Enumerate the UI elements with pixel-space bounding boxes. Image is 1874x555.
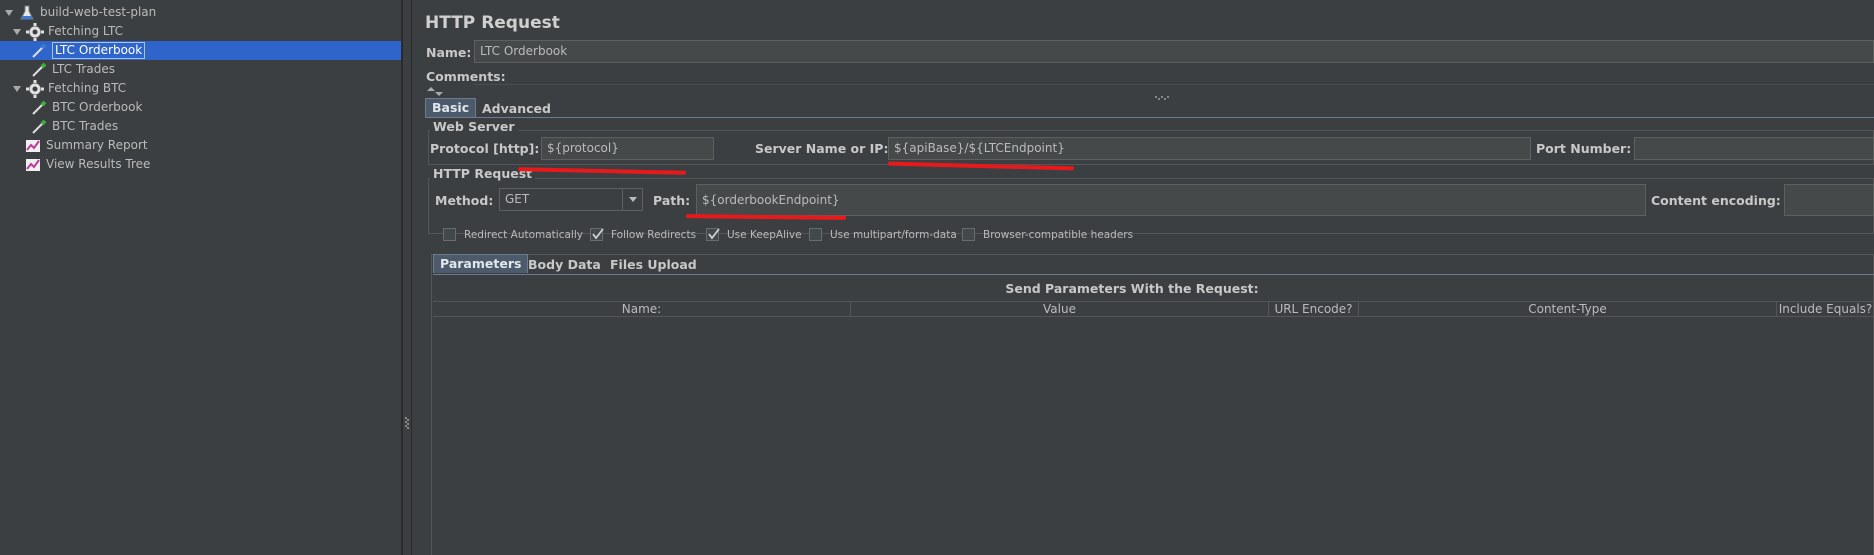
resize-grip-icon[interactable]: [1155, 89, 1171, 103]
tree-item-fetching-btc[interactable]: Fetching BTC: [12, 79, 126, 98]
tree-item-label: Fetching BTC: [48, 81, 127, 95]
checkbox-label: Use KeepAlive: [727, 228, 802, 241]
annotation-underline-protocol: [517, 167, 687, 175]
checkbox-box[interactable]: [962, 228, 975, 241]
column-header-url-encode[interactable]: URL Encode?: [1269, 302, 1359, 317]
tree-item-label: View Results Tree: [46, 157, 151, 171]
tree-item-test-plan[interactable]: build-web-test-plan: [4, 3, 156, 22]
checkbox-box[interactable]: [443, 228, 456, 241]
checkbox-label: Use multipart/form-data: [830, 228, 957, 241]
use-multipart-checkbox[interactable]: Use multipart/form-data: [809, 228, 957, 241]
column-header-include-equals[interactable]: Include Equals?: [1777, 302, 1874, 317]
tree-item-btc-trades[interactable]: BTC Trades: [30, 117, 118, 136]
port-number-label: Port Number:: [1536, 141, 1632, 156]
tree-item-fetching-ltc[interactable]: Fetching LTC: [12, 22, 123, 41]
method-value: GET: [505, 192, 530, 206]
tab-basic[interactable]: Basic: [425, 98, 477, 117]
flask-icon: [18, 4, 36, 22]
tree-item-label: build-web-test-plan: [40, 5, 157, 19]
splitter-grip-icon[interactable]: [404, 416, 410, 430]
checkbox-label: Redirect Automatically: [464, 228, 583, 241]
tree-item-btc-orderbook[interactable]: BTC Orderbook: [30, 98, 142, 117]
pipette-icon: [30, 99, 48, 117]
tree-item-label: Summary Report: [46, 138, 148, 152]
pane-splitter[interactable]: [403, 0, 412, 555]
name-field[interactable]: LTC Orderbook: [474, 40, 1874, 63]
tree-item-label: BTC Orderbook: [52, 100, 143, 114]
browser-compatible-headers-checkbox[interactable]: Browser-compatible headers: [962, 228, 1133, 241]
protocol-label: Protocol [http]:: [430, 141, 540, 156]
subtabs-underline: [433, 274, 1874, 275]
column-header-name[interactable]: Name:: [433, 302, 851, 317]
chevron-down-icon: [629, 197, 637, 202]
path-field[interactable]: ${orderbookEndpoint}: [696, 184, 1646, 216]
params-title: Send Parameters With the Request:: [1005, 281, 1259, 296]
checkbox-label: Follow Redirects: [611, 228, 697, 241]
server-name-label: Server Name or IP:: [755, 141, 889, 156]
web-server-title: Web Server: [430, 119, 518, 134]
tree-item-view-results-tree[interactable]: View Results Tree: [24, 155, 150, 174]
tree-item-ltc-trades[interactable]: LTC Trades: [30, 60, 115, 79]
follow-redirects-checkbox[interactable]: Follow Redirects: [590, 228, 696, 241]
checkbox-box[interactable]: [809, 228, 822, 241]
expand-triangle-icon[interactable]: [12, 27, 22, 37]
tab-files-upload[interactable]: Files Upload: [604, 256, 703, 275]
redirect-automatically-checkbox[interactable]: Redirect Automatically: [443, 228, 583, 241]
protocol-field[interactable]: ${protocol}: [541, 137, 714, 160]
collapse-arrows-icon[interactable]: [427, 85, 443, 99]
http-request-panel: HTTP Request Name: LTC Orderbook Comment…: [413, 0, 1874, 555]
checkbox-box[interactable]: [706, 228, 720, 241]
tab-body-data[interactable]: Body Data: [522, 256, 607, 275]
method-combo[interactable]: GET: [499, 188, 643, 211]
chart-icon: [24, 137, 42, 155]
dropdown-button[interactable]: [622, 189, 642, 210]
pipette-icon: [30, 61, 48, 79]
port-number-field[interactable]: [1634, 137, 1874, 160]
gear-icon: [26, 22, 44, 41]
checkmark-icon: [592, 228, 604, 240]
tree-item-ltc-orderbook[interactable]: LTC Orderbook: [0, 41, 401, 60]
chart-icon: [24, 156, 42, 174]
name-label: Name:: [426, 45, 472, 60]
params-table-body[interactable]: [433, 318, 1874, 555]
pipette-icon: [30, 42, 48, 60]
checkbox-label: Browser-compatible headers: [983, 228, 1134, 241]
tree-item-summary-report[interactable]: Summary Report: [24, 136, 148, 155]
server-name-field[interactable]: ${apiBase}/${LTCEndpoint}: [888, 137, 1531, 160]
tree-item-label: Fetching LTC: [48, 24, 123, 38]
expand-triangle-icon[interactable]: [12, 84, 22, 94]
params-table-header: Name: Value URL Encode? Content-Type Inc…: [433, 301, 1874, 317]
column-header-content-type[interactable]: Content-Type: [1359, 302, 1777, 317]
tree-item-label: BTC Trades: [52, 119, 119, 133]
content-encoding-field[interactable]: [1784, 184, 1874, 216]
method-label: Method:: [435, 193, 494, 208]
test-plan-tree[interactable]: build-web-test-plan Fetching LTC LTC Ord…: [0, 0, 403, 555]
comments-area[interactable]: [473, 84, 1874, 85]
comments-label: Comments:: [426, 69, 506, 84]
path-label: Path:: [653, 193, 691, 208]
use-keepalive-checkbox[interactable]: Use KeepAlive: [706, 228, 802, 241]
pipette-icon: [30, 118, 48, 136]
checkmark-icon: [708, 228, 720, 240]
tree-item-label: LTC Trades: [52, 62, 115, 76]
content-encoding-label: Content encoding:: [1651, 193, 1781, 208]
tabs-underline: [425, 117, 1874, 118]
tree-item-label: LTC Orderbook: [52, 42, 146, 59]
tab-parameters[interactable]: Parameters: [433, 254, 529, 273]
checkbox-box[interactable]: [590, 228, 604, 241]
page-title: HTTP Request: [425, 13, 560, 33]
gear-icon: [26, 79, 44, 98]
column-header-value[interactable]: Value: [851, 302, 1269, 317]
expand-triangle-icon[interactable]: [4, 8, 14, 18]
